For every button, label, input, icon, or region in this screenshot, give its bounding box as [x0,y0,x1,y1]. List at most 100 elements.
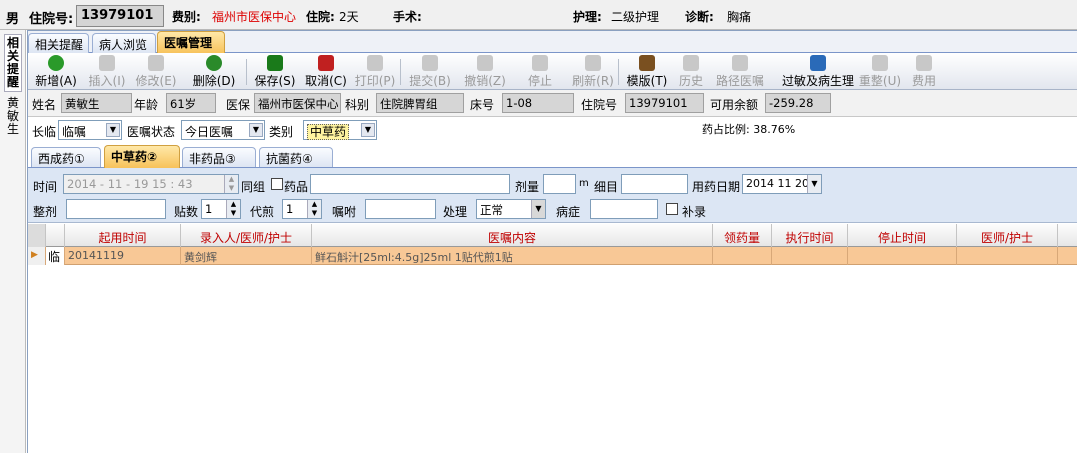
category-select[interactable]: 中草药 ▼ [303,120,377,140]
reorganize-button[interactable]: 重整(U) [856,55,904,88]
date-label: 用药日期 [692,180,741,194]
balance-label: 可用余额 [710,98,759,112]
path-button[interactable]: 路径医嘱 [704,55,776,88]
disease-label: 病症 [556,205,581,219]
row-doctor [957,247,1058,265]
add-button[interactable]: 新增(A) [32,55,80,88]
table-row[interactable]: ▶ 临 20141119 黄剑辉 鲜石斛汁[25ml:4.5g]25ml 1贴代… [28,247,1077,265]
delete-button[interactable]: 删除(D) [182,55,246,88]
supplement-checkbox[interactable] [666,203,678,215]
allergy-button[interactable]: 过敏及病生理 [780,55,856,88]
tab-antibiotic[interactable]: 抗菌药④ [259,147,333,167]
diagnosis-label: 诊断: [685,10,714,24]
age-value: 61岁 [166,93,216,113]
instruct-input[interactable] [365,199,436,219]
packs-input[interactable]: 1 ▲ ▼ [201,199,241,219]
toolbar-button-label: 重整(U) [858,74,902,88]
print-button[interactable]: 打印(P) [352,55,398,88]
template-button[interactable]: 模版(T) [624,55,670,88]
time-value: 2014 - 11 - 19 15 : 43 [67,177,193,191]
tab-reminders[interactable]: 相关提醒 [28,33,89,53]
history-button[interactable]: 历史 [676,55,706,88]
toolbar-button-label: 提交(B) [409,74,451,88]
detail-input[interactable] [621,174,688,194]
submit-button[interactable]: 提交(B) [408,55,452,88]
tab-non-drug[interactable]: 非药品③ [182,147,256,167]
toolbar-button-label: 保存(S) [254,74,296,88]
drug-input[interactable] [310,174,510,194]
admission-label: 住院号: [29,12,74,27]
tab-chinese-herbal[interactable]: 中草药② [104,145,180,168]
col-qty[interactable]: 领药量 [713,224,772,247]
dose-input[interactable] [543,174,576,194]
edit-icon [148,55,164,71]
row-stop-time [848,247,957,265]
side-tab-reminders[interactable]: 相关提醒 [4,34,22,92]
col-exec-time[interactable]: 执行时间 [772,224,848,247]
toolbar-button-label: 撤销(Z) [464,74,506,88]
toolbar-button-label: 打印(P) [354,74,396,88]
col-stop-time[interactable]: 停止时间 [848,224,957,247]
delete-icon [206,55,222,71]
side-tab-patient[interactable]: 黄敏生 [5,97,21,136]
balance-value: -259.28 [765,93,831,113]
fee-label: 费别: [172,10,201,24]
order-type-label: 长临 [32,125,57,139]
bed-value: 1-08 [502,93,574,113]
toolbar-button-label: 停止 [527,74,552,88]
chevron-down-icon[interactable]: ▼ [531,200,545,218]
chevron-down-icon: ▼ [249,123,263,137]
tab-order-management[interactable]: 医嘱管理 [157,31,225,54]
refresh-button[interactable]: 刷新(R) [568,55,618,88]
packs-spinner[interactable]: ▲ ▼ [226,200,240,218]
order-type-select[interactable]: 临嘱 ▼ [58,120,122,140]
order-status-select[interactable]: 今日医嘱 ▼ [181,120,265,140]
time-spinner[interactable]: ▲ ▼ [224,175,238,193]
admission-no-label: 住院号 [581,98,618,112]
chevron-down-icon[interactable]: ▼ [807,175,821,193]
reorganize-icon [872,55,888,71]
tab-western-medicine[interactable]: 西成药① [31,147,101,167]
col-order-content[interactable]: 医嘱内容 [312,224,713,247]
trash-button[interactable]: 撤销(Z) [458,55,512,88]
disease-input[interactable] [590,199,658,219]
col-doctor[interactable]: 医师/护士 [957,224,1058,247]
tab-patient-browse[interactable]: 病人浏览 [92,33,156,53]
instruct-label: 嘱咐 [332,205,357,219]
patient-header-bar: 男 住院号: 13979101 费别: 福州市医保中心 住院: 2天 手术: 护… [0,0,1077,30]
process-select[interactable]: 正常 ▼ [476,199,546,219]
nursing-value: 二级护理 [611,10,660,24]
col-entered-by[interactable]: 录入人/医师/护士 [181,224,312,247]
age-label: 年龄 [134,98,159,112]
undo-button[interactable]: 取消(C) [304,55,348,88]
stay-value: 2天 [339,10,359,24]
stop-icon [532,55,548,71]
whole-input[interactable] [66,199,166,219]
insert-button[interactable]: 插入(I) [84,55,130,88]
admission-no-value: 13979101 [625,93,704,113]
date-picker[interactable]: 2014 11 20 ▼ [742,174,822,194]
type-column-header [46,224,65,247]
name-label: 姓名 [32,98,57,112]
order-type-value: 临嘱 [62,125,87,139]
toolbar-button-label: 费用 [911,74,936,88]
toolbar-button-label: 新增(A) [35,74,77,88]
save-button[interactable]: 保存(S) [252,55,298,88]
time-input[interactable]: 2014 - 11 - 19 15 : 43 ▲ ▼ [63,174,239,194]
dose-unit: m [579,178,589,189]
main-tab-bar: 相关提醒 病人浏览 医嘱管理 [28,31,1077,54]
decoct-input[interactable]: 1 ▲ ▼ [282,199,322,219]
chevron-down-icon: ▼ [361,123,375,137]
category-value: 中草药 [307,124,350,140]
col-start-time[interactable]: 起用时间 [65,224,181,247]
edit-button[interactable]: 修改(E) [134,55,178,88]
drug-checkbox[interactable] [271,178,283,190]
toolbar: 新增(A) 插入(I) 修改(E) 删除(D) 保存(S) 取消(C) 打印(P) 提交(B)… [28,53,1077,90]
template-icon [639,55,655,71]
decoct-spinner[interactable]: ▲ ▼ [307,200,321,218]
cost-button[interactable]: 费用 [908,55,940,88]
stop-button[interactable]: 停止 [518,55,562,88]
row-start-time: 20141119 [65,247,181,265]
submit-icon [422,55,438,71]
save-icon [267,55,283,71]
